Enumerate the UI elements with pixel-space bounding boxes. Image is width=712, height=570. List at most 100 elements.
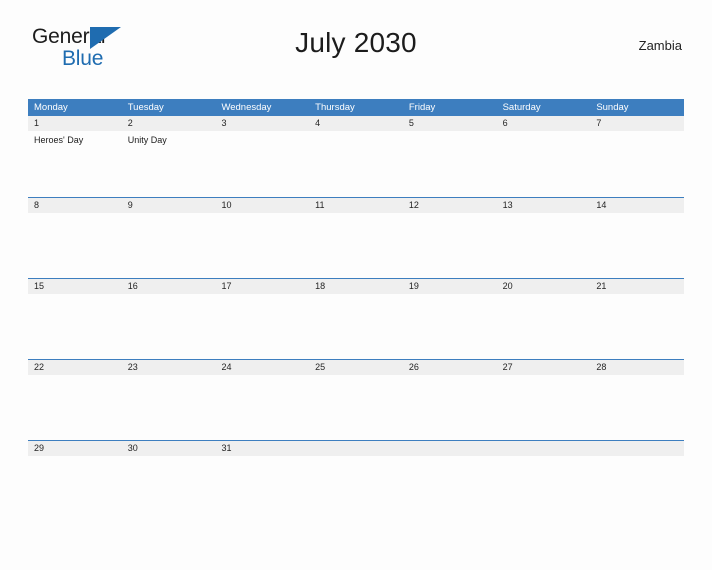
day-number[interactable]: 15 bbox=[28, 279, 122, 294]
day-cell[interactable] bbox=[309, 131, 403, 196]
country-label: Zambia bbox=[638, 38, 682, 53]
calendar-week-row: 8 9 10 11 12 13 14 bbox=[28, 197, 684, 278]
day-number[interactable]: 24 bbox=[215, 360, 309, 375]
day-cell[interactable] bbox=[215, 294, 309, 359]
day-number[interactable]: 6 bbox=[497, 116, 591, 131]
day-cell[interactable] bbox=[590, 456, 684, 495]
day-cell[interactable] bbox=[590, 375, 684, 440]
day-cell[interactable] bbox=[590, 294, 684, 359]
day-number[interactable]: 20 bbox=[497, 279, 591, 294]
event-strip bbox=[28, 294, 684, 359]
day-number[interactable] bbox=[309, 441, 403, 456]
day-number[interactable]: 23 bbox=[122, 360, 216, 375]
day-cell[interactable] bbox=[309, 294, 403, 359]
day-number[interactable]: 16 bbox=[122, 279, 216, 294]
day-cell[interactable] bbox=[28, 375, 122, 440]
holiday-label: Unity Day bbox=[127, 135, 167, 145]
day-cell[interactable] bbox=[403, 456, 497, 495]
day-cell[interactable] bbox=[215, 131, 309, 196]
day-cell[interactable] bbox=[215, 213, 309, 278]
date-number-strip: 22 23 24 25 26 27 28 bbox=[28, 360, 684, 375]
event-strip bbox=[28, 375, 684, 440]
day-cell[interactable] bbox=[309, 456, 403, 495]
day-cell[interactable] bbox=[497, 213, 591, 278]
page-header: General Blue July 2030 Zambia bbox=[28, 20, 684, 78]
day-number[interactable]: 7 bbox=[590, 116, 684, 131]
day-number[interactable]: 1 bbox=[28, 116, 122, 131]
weekday-header-sunday: Sunday bbox=[596, 102, 629, 113]
date-number-strip: 1234567 bbox=[28, 116, 684, 131]
holiday-label: Heroes' Day bbox=[34, 135, 84, 145]
day-number[interactable]: 19 bbox=[403, 279, 497, 294]
weekday-header-friday: Friday bbox=[408, 102, 436, 113]
calendar-week-row: 15 16 17 18 19 20 21 bbox=[28, 278, 684, 359]
day-cell[interactable] bbox=[497, 456, 591, 495]
day-cell[interactable] bbox=[497, 375, 591, 440]
day-cell[interactable] bbox=[309, 375, 403, 440]
date-number-strip: 29 30 31 bbox=[28, 441, 684, 456]
day-cell[interactable] bbox=[122, 375, 216, 440]
day-number[interactable]: 12 bbox=[403, 198, 497, 213]
day-cell[interactable] bbox=[215, 456, 309, 495]
calendar-grid: Monday Tuesday Wednesday Thursday Friday Satu… bbox=[28, 99, 684, 495]
weekday-header-wednesday: Wednesday bbox=[221, 102, 272, 113]
event-strip bbox=[28, 456, 684, 495]
day-number[interactable]: 28 bbox=[590, 360, 684, 375]
day-cell[interactable] bbox=[28, 213, 122, 278]
weekday-header-monday: Monday bbox=[34, 102, 68, 113]
day-cell[interactable] bbox=[590, 213, 684, 278]
date-number-strip: 15 16 17 18 19 20 21 bbox=[28, 279, 684, 294]
day-cell[interactable] bbox=[309, 213, 403, 278]
day-cell[interactable] bbox=[590, 131, 684, 196]
day-number[interactable]: 14 bbox=[590, 198, 684, 213]
calendar-week-row: 1 2 3 4 5 6 7 Heroes' Day Unity Day bbox=[28, 116, 684, 197]
date-number-strip: 8 9 10 11 12 13 14 bbox=[28, 198, 684, 213]
day-number[interactable] bbox=[403, 441, 497, 456]
day-cell[interactable] bbox=[403, 375, 497, 440]
day-cell[interactable] bbox=[28, 456, 122, 495]
calendar-week-row: 22 23 24 25 26 27 28 bbox=[28, 359, 684, 440]
page-title: July 2030 bbox=[295, 27, 417, 58]
day-cell[interactable] bbox=[122, 294, 216, 359]
day-cell[interactable] bbox=[215, 375, 309, 440]
day-number[interactable]: 26 bbox=[403, 360, 497, 375]
weekday-header-tuesday: Tuesday bbox=[127, 102, 164, 113]
weekday-header-thursday: Thursday bbox=[315, 102, 355, 113]
day-number[interactable] bbox=[590, 441, 684, 456]
day-cell[interactable] bbox=[403, 294, 497, 359]
day-number[interactable]: 22 bbox=[28, 360, 122, 375]
day-number[interactable]: 11 bbox=[309, 198, 403, 213]
day-number[interactable]: 18 bbox=[309, 279, 403, 294]
day-number[interactable]: 5 bbox=[403, 116, 497, 131]
day-number[interactable]: 4 bbox=[309, 116, 403, 131]
day-number[interactable]: 2 bbox=[122, 116, 216, 131]
calendar-page: General Blue July 2030 Zambia Monday Tues… bbox=[0, 20, 712, 570]
day-number[interactable]: 27 bbox=[497, 360, 591, 375]
day-number[interactable]: 29 bbox=[28, 441, 122, 456]
day-cell[interactable] bbox=[497, 294, 591, 359]
day-cell[interactable] bbox=[122, 456, 216, 495]
day-cell[interactable] bbox=[403, 131, 497, 196]
day-cell[interactable] bbox=[122, 213, 216, 278]
day-number[interactable]: 8 bbox=[28, 198, 122, 213]
event-strip bbox=[28, 213, 684, 278]
day-number[interactable] bbox=[497, 441, 591, 456]
day-cell[interactable] bbox=[28, 294, 122, 359]
day-cell[interactable]: Heroes' Day bbox=[28, 131, 122, 196]
day-number[interactable]: 30 bbox=[122, 441, 216, 456]
day-number[interactable]: 10 bbox=[215, 198, 309, 213]
day-cell[interactable] bbox=[403, 213, 497, 278]
event-strip: Heroes' Day Unity Day bbox=[28, 131, 684, 196]
day-number[interactable]: 25 bbox=[309, 360, 403, 375]
calendar-week-row: 29 30 31 bbox=[28, 440, 684, 495]
day-number[interactable]: 9 bbox=[122, 198, 216, 213]
day-number[interactable]: 3 bbox=[215, 116, 309, 131]
calendar-weeks: 1 2 3 4 5 6 7 Heroes' Day Unity Day 8 9 10 11 12 13 14 1… bbox=[28, 116, 684, 495]
day-number[interactable]: 21 bbox=[590, 279, 684, 294]
day-number[interactable]: 13 bbox=[497, 198, 591, 213]
day-number[interactable]: 17 bbox=[215, 279, 309, 294]
day-cell[interactable]: Unity Day bbox=[122, 131, 216, 196]
weekday-header-saturday: Saturday bbox=[502, 102, 541, 113]
day-cell[interactable] bbox=[497, 131, 591, 196]
day-number[interactable]: 31 bbox=[215, 441, 309, 456]
